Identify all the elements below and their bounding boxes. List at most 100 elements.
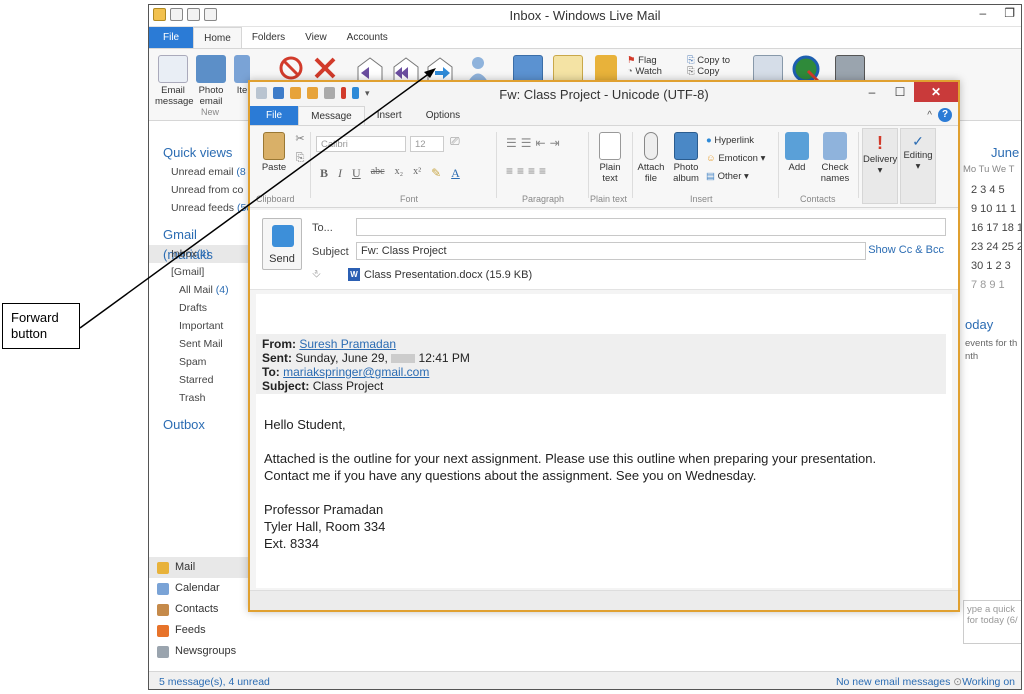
compose-maximize-icon[interactable]: ☐ bbox=[886, 82, 914, 102]
ribbon-separator bbox=[496, 132, 497, 198]
to-button[interactable]: To... bbox=[312, 222, 333, 234]
compose-tab-options[interactable]: Options bbox=[414, 106, 472, 125]
copy-to-button[interactable]: ⎘ Copy to ⎘ Copy bbox=[687, 55, 747, 77]
list-buttons[interactable]: ☰☰⇤⇥ bbox=[506, 136, 564, 150]
email-message-icon bbox=[158, 55, 188, 83]
message-body[interactable]: From: Suresh Pramadan Sent: Sunday, June… bbox=[256, 294, 952, 588]
all-mail-label: All Mail bbox=[179, 284, 213, 296]
minimize-icon[interactable]: – bbox=[980, 6, 987, 20]
subscript-icon[interactable]: x₂ bbox=[395, 166, 404, 181]
tab-home[interactable]: Home bbox=[193, 27, 242, 48]
send-button[interactable]: Send bbox=[262, 218, 302, 270]
add-contact-button[interactable]: Add bbox=[782, 132, 812, 173]
calendar-row[interactable]: 7 8 9 1 bbox=[971, 276, 1021, 295]
contacts-icon bbox=[157, 603, 169, 616]
sidebar-item-unread-from-contacts[interactable]: Unread from co bbox=[149, 181, 248, 199]
help-icon[interactable]: ? bbox=[938, 108, 952, 122]
sidebar-item-drafts[interactable]: Drafts bbox=[149, 299, 248, 317]
superscript-icon[interactable]: x² bbox=[413, 166, 421, 181]
hyperlink-icon: ● bbox=[706, 135, 712, 146]
calendar-row[interactable]: 9 10 11 1 bbox=[971, 200, 1021, 219]
photo-email-button[interactable]: Photo email bbox=[195, 55, 227, 107]
nav-mail[interactable]: Mail bbox=[149, 557, 249, 578]
tab-accounts[interactable]: Accounts bbox=[337, 27, 398, 48]
compose-tab-file[interactable]: File bbox=[250, 106, 299, 125]
font-color-icon[interactable]: A bbox=[451, 166, 460, 181]
calendar-days-header: Mo Tu We T bbox=[963, 164, 1015, 175]
signature-office: Tyler Hall, Room 334 bbox=[264, 519, 386, 534]
emoticon-button[interactable]: ☺ Emoticon ▾ bbox=[706, 150, 780, 168]
nav-newsgroups[interactable]: Newsgroups bbox=[149, 641, 249, 662]
sidebar-item-spam[interactable]: Spam bbox=[149, 353, 248, 371]
from-link[interactable]: Suresh Pramadan bbox=[299, 337, 396, 351]
month-note-text: nth bbox=[965, 351, 979, 362]
tab-folders[interactable]: Folders bbox=[242, 27, 295, 48]
nav-contacts[interactable]: Contacts bbox=[149, 599, 249, 620]
sidebar-item-important[interactable]: Important bbox=[149, 317, 248, 335]
sidebar-item-unread-email[interactable]: Unread email (8 bbox=[149, 163, 248, 181]
compose-close-icon[interactable]: ✕ bbox=[914, 82, 958, 102]
sidebar-item-starred[interactable]: Starred bbox=[149, 371, 248, 389]
quick-views-heading[interactable]: Quick views bbox=[149, 143, 248, 163]
calendar-row[interactable]: 16 17 18 1 bbox=[971, 219, 1021, 238]
gmail-account-heading[interactable]: Gmail (mariaks bbox=[149, 225, 248, 262]
underline-icon[interactable]: U bbox=[352, 166, 361, 181]
tab-file[interactable]: File bbox=[149, 27, 194, 48]
rss-feed-icon bbox=[157, 624, 169, 637]
highlight-icon[interactable]: ✎ bbox=[431, 166, 441, 181]
font-format-row: B I U abc x₂ x² ✎ A bbox=[320, 166, 460, 181]
bold-icon[interactable]: B bbox=[320, 166, 328, 181]
strikethrough-icon[interactable]: abc bbox=[371, 166, 385, 181]
to-email-link[interactable]: mariakspringer@gmail.com bbox=[283, 365, 429, 379]
calendar-row[interactable]: 23 24 25 2 bbox=[971, 238, 1021, 257]
paperclip-icon bbox=[644, 132, 658, 160]
photo-album-button[interactable]: Photo album bbox=[670, 132, 702, 184]
copy-small-icon[interactable]: ⎘ bbox=[292, 152, 308, 165]
subject-field[interactable]: Fw: Class Project bbox=[356, 242, 866, 260]
hyperlink-button[interactable]: ● Hyperlink bbox=[706, 132, 780, 150]
nav-calendar[interactable]: Calendar bbox=[149, 578, 249, 599]
attachment-item[interactable]: W Class Presentation.docx (15.9 KB) bbox=[348, 268, 532, 281]
sidebar-item-gmail-folder[interactable]: [Gmail] bbox=[149, 263, 248, 281]
show-cc-bcc-link[interactable]: Show Cc & Bcc bbox=[868, 244, 944, 256]
compose-tab-message[interactable]: Message bbox=[298, 106, 365, 125]
sidebar-item-trash[interactable]: Trash bbox=[149, 389, 248, 407]
editing-dropdown-icon: ▾ bbox=[915, 161, 921, 172]
calendar-month[interactable]: June bbox=[991, 145, 1021, 160]
sidebar-item-sent-mail[interactable]: Sent Mail bbox=[149, 335, 248, 353]
sidebar-item-all-mail[interactable]: All Mail (4) bbox=[149, 281, 248, 299]
to-field[interactable] bbox=[356, 218, 946, 236]
italic-icon[interactable]: I bbox=[338, 166, 342, 181]
compose-minimize-icon[interactable]: – bbox=[858, 82, 886, 102]
attach-file-button[interactable]: Attach file bbox=[636, 132, 666, 184]
restore-icon[interactable]: ❐ bbox=[1004, 6, 1015, 20]
other-button[interactable]: ▤ Other ▾ bbox=[706, 168, 780, 186]
calendar-row[interactable]: 30 1 2 3 bbox=[971, 257, 1021, 276]
font-name-select[interactable]: Calibri bbox=[316, 136, 406, 152]
help-area: ^ ? bbox=[927, 108, 952, 122]
envelope-icon bbox=[553, 55, 583, 83]
sidebar-item-unread-feeds[interactable]: Unread feeds (50 bbox=[149, 199, 248, 217]
photo-email-icon bbox=[196, 55, 226, 83]
check-names-button[interactable]: Check names bbox=[816, 132, 854, 184]
outbox-heading[interactable]: Outbox bbox=[149, 415, 248, 435]
clear-format-icon[interactable]: ⎚ bbox=[450, 134, 460, 149]
nav-feeds[interactable]: Feeds bbox=[149, 620, 249, 641]
collapse-ribbon-icon[interactable]: ^ bbox=[927, 110, 932, 121]
compose-tab-insert[interactable]: Insert bbox=[365, 106, 414, 125]
cut-icon[interactable]: ✂ bbox=[292, 132, 308, 145]
align-buttons[interactable]: ≡≡≡≡ bbox=[506, 164, 550, 178]
quick-add-box[interactable]: ype a quick for today (6/ bbox=[963, 600, 1021, 644]
status-working-online[interactable]: Working on bbox=[962, 676, 1015, 688]
delivery-button[interactable]: ! Delivery ▾ bbox=[862, 128, 898, 204]
font-size-select[interactable]: 12 bbox=[410, 136, 444, 152]
folder-icon bbox=[595, 55, 617, 83]
calendar-row[interactable]: 2 3 4 5 bbox=[971, 181, 1021, 200]
paste-button[interactable]: Paste bbox=[258, 132, 290, 173]
editing-button[interactable]: ✓ Editing ▾ bbox=[900, 128, 936, 204]
tab-view[interactable]: View bbox=[295, 27, 337, 48]
flag-button[interactable]: ⚑ Flag ◔ Watch bbox=[627, 55, 687, 77]
email-message-button[interactable]: Email message bbox=[155, 55, 194, 107]
plain-text-button[interactable]: Plain text bbox=[594, 132, 626, 184]
